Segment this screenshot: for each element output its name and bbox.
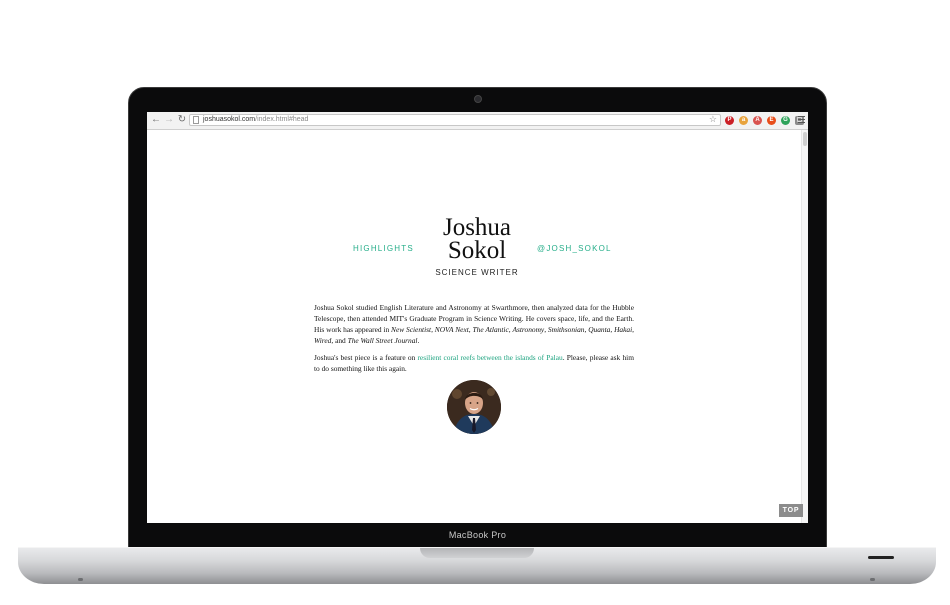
avatar <box>447 380 501 434</box>
page-title: Joshua Sokol <box>407 214 547 264</box>
page-icon <box>193 116 199 124</box>
name-line2: Sokol <box>447 237 507 264</box>
grammar-icon[interactable]: G <box>781 116 790 125</box>
browser-window: ← → ↻ joshuasokol.com/index.html#head ☆ … <box>147 112 808 523</box>
twitter-link[interactable]: @JOSH_SOKOL <box>537 244 612 253</box>
page-subtitle: SCIENCE WRITER <box>435 268 519 277</box>
laptop-sleep-indicator <box>868 556 894 559</box>
arrow-right-icon[interactable]: → <box>164 115 174 125</box>
url-path: /index.html#head <box>255 116 309 123</box>
pub-astronomy: Astronomy <box>512 325 545 334</box>
reload-icon[interactable]: ↻ <box>177 115 187 125</box>
coral-reef-article-link[interactable]: resilient coral reefs between the island… <box>417 353 562 362</box>
laptop-brand-label: MacBook Pro <box>448 530 507 540</box>
bio-section: Joshua Sokol studied English Literature … <box>314 302 634 380</box>
amazon-icon[interactable]: a <box>739 116 748 125</box>
pinterest-icon[interactable]: P <box>725 116 734 125</box>
pub-wsj: The Wall Street Journal <box>347 336 418 345</box>
evernote-icon[interactable]: E <box>767 116 776 125</box>
pub-hakai: Hakai <box>614 325 633 334</box>
scrollbar[interactable] <box>801 130 808 523</box>
url-host: joshuasokol.com <box>203 116 256 123</box>
bookmark-star-icon[interactable]: ☆ <box>709 114 717 125</box>
pub-quanta: Quanta <box>588 325 611 334</box>
laptop-foot-right <box>870 578 875 581</box>
pub-the-atlantic: The Atlantic <box>472 325 509 334</box>
pub-new-scientist: New Scientist <box>391 325 432 334</box>
bio-paragraph-1: Joshua Sokol studied English Literature … <box>314 303 635 345</box>
pub-nova-next: NOVA Next <box>434 325 469 334</box>
pub-smithsonian: Smithsonian <box>547 325 585 334</box>
laptop-foot-left <box>78 578 83 581</box>
arrow-left-icon[interactable]: ← <box>151 115 161 125</box>
browser-toolbar: ← → ↻ joshuasokol.com/index.html#head ☆ … <box>147 112 808 130</box>
scrollbar-thumb[interactable] <box>803 132 807 146</box>
back-to-top-button[interactable]: TOP <box>779 504 803 517</box>
laptop-opening-notch <box>420 548 534 558</box>
name-line1: Joshua <box>442 214 512 241</box>
avatar-portrait <box>447 380 501 434</box>
highlights-link[interactable]: HIGHLIGHTS <box>353 244 414 253</box>
bio-p2-before: Joshua's best piece is a feature on <box>314 353 418 362</box>
bio-paragraph-2: Joshua's best piece is a feature on resi… <box>314 352 634 374</box>
url-text: joshuasokol.com/index.html#head <box>203 115 308 125</box>
menu-icon[interactable] <box>798 116 805 124</box>
address-bar[interactable]: joshuasokol.com/index.html#head ☆ <box>189 114 721 126</box>
pub-wired: Wired <box>314 336 332 345</box>
camera-icon <box>474 95 482 103</box>
adblock-icon[interactable]: A <box>753 116 762 125</box>
